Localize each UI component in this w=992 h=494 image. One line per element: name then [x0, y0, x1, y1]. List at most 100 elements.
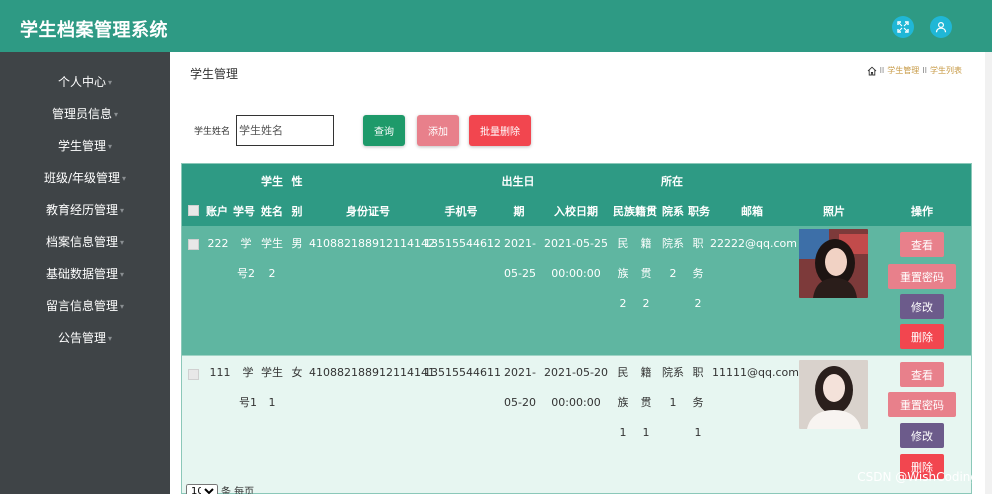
- view-button[interactable]: 查看: [900, 362, 944, 387]
- cell-birth: 2021-: [504, 366, 536, 379]
- header-account: 账户: [206, 205, 228, 218]
- sidebar-item-archive[interactable]: 档案信息管理 ▾: [0, 225, 170, 257]
- table-row[interactable]: 222 学 号2 学生 2 男 410882188912114142 13515…: [182, 226, 971, 355]
- cell-native-place: 贯: [640, 396, 652, 409]
- per-page-label: 条 每页: [221, 487, 255, 494]
- row-checkbox[interactable]: [188, 369, 199, 380]
- cell-native-place: 1: [642, 426, 650, 439]
- app-title: 学生档案管理系统: [20, 20, 168, 41]
- cell-nation: 族: [617, 267, 629, 280]
- cell-enroll-date: 2021-05-20: [544, 366, 608, 379]
- cell-name: 学生: [261, 237, 283, 250]
- cell-position: 1: [694, 426, 702, 439]
- cell-student-no: 学: [240, 237, 252, 250]
- breadcrumb-separator: II: [879, 66, 885, 75]
- user-icon: [935, 21, 947, 33]
- cell-position: 2: [694, 297, 702, 310]
- cell-position: 职: [692, 237, 704, 250]
- add-button[interactable]: 添加: [417, 115, 459, 146]
- cell-position: 务: [692, 267, 704, 280]
- student-photo: [799, 229, 868, 298]
- header-sex: 别: [291, 205, 303, 218]
- cell-nation: 族: [617, 396, 629, 409]
- cell-enroll-date: 2021-05-25: [544, 237, 608, 250]
- cell-id-card: 410882188912114142: [309, 237, 435, 250]
- cell-email: 11111@qq.com: [712, 366, 799, 379]
- page-size-select[interactable]: 10: [186, 483, 218, 494]
- sidebar-item-announcements[interactable]: 公告管理 ▾: [0, 321, 170, 353]
- edit-button[interactable]: 修改: [900, 294, 944, 319]
- breadcrumb-separator: II: [922, 66, 927, 75]
- header-birth-prefix: 出生日: [501, 175, 535, 188]
- cell-birth: 2021-: [504, 237, 536, 250]
- cell-account: 111: [209, 366, 231, 379]
- chevron-down-icon: ▾: [120, 302, 125, 311]
- cell-sex: 男: [291, 237, 303, 250]
- header-id-card: 身份证号: [346, 205, 390, 218]
- header-photo: 照片: [823, 205, 845, 218]
- sidebar-item-education[interactable]: 教育经历管理 ▾: [0, 193, 170, 225]
- header-student-prefix: 学生: [261, 175, 283, 188]
- header-email: 邮箱: [741, 205, 763, 218]
- sidebar-item-student-management[interactable]: 学生管理 ▾: [0, 129, 170, 161]
- header-actions: 操作: [911, 205, 933, 218]
- delete-button[interactable]: 删除: [900, 324, 944, 349]
- cell-student-no: 学: [242, 366, 254, 379]
- breadcrumb-item-student-list[interactable]: 学生列表: [930, 65, 962, 76]
- cell-email: 22222@qq.com: [710, 237, 797, 250]
- search-label: 学生姓名: [194, 127, 231, 137]
- cell-name: 学生: [261, 366, 283, 379]
- sidebar-item-admin-info[interactable]: 管理员信息 ▾: [0, 97, 170, 129]
- watermark: CSDN @WishCoding: [857, 470, 978, 484]
- cell-position: 职: [692, 366, 704, 379]
- row-checkbox[interactable]: [188, 239, 199, 250]
- cell-birth: 05-20: [504, 396, 536, 409]
- cell-native-place: 贯: [640, 267, 652, 280]
- user-button[interactable]: [930, 16, 952, 38]
- header-nation: 民族: [613, 205, 635, 218]
- sidebar-item-messages[interactable]: 留言信息管理 ▾: [0, 289, 170, 321]
- home-icon[interactable]: [867, 66, 877, 76]
- top-bar: 学生档案管理系统: [0, 0, 992, 52]
- chevron-down-icon: ▾: [120, 238, 125, 247]
- breadcrumb-item-student-management[interactable]: 学生管理: [887, 65, 919, 76]
- cell-id-card: 410882188912114141: [309, 366, 435, 379]
- cell-student-no: 号2: [237, 267, 255, 280]
- cell-birth: 05-25: [504, 267, 536, 280]
- query-button[interactable]: 查询: [363, 115, 405, 146]
- view-button[interactable]: 查看: [900, 232, 944, 257]
- batch-delete-button[interactable]: 批量删除: [469, 115, 531, 146]
- cell-native-place: 籍: [640, 237, 652, 250]
- header-sex-prefix: 性: [291, 175, 303, 188]
- edit-button[interactable]: 修改: [900, 423, 944, 448]
- student-table: 学生 性 出生日 所在 账户 学号 姓名 别 身份证号 手机号 期 入校日期 民…: [181, 163, 972, 494]
- cell-name: 2: [268, 267, 276, 280]
- cell-department: 院系: [662, 366, 684, 379]
- sidebar-item-class-grade[interactable]: 班级/年级管理 ▾: [0, 161, 170, 193]
- chevron-down-icon: ▾: [108, 78, 113, 87]
- chevron-down-icon: ▾: [108, 334, 113, 343]
- main-content: 学生管理 II 学生管理 II 学生列表 学生姓名 查询 添加 批量删除 学生 …: [170, 52, 992, 494]
- header-position: 职务: [688, 205, 710, 218]
- cell-phone: 13515544612: [424, 237, 501, 250]
- reset-password-button[interactable]: 重置密码: [888, 392, 956, 417]
- sidebar-item-personal-center[interactable]: 个人中心 ▾: [0, 65, 170, 97]
- fullscreen-button[interactable]: [892, 16, 914, 38]
- header-phone: 手机号: [444, 205, 478, 218]
- select-all-checkbox[interactable]: [188, 205, 199, 216]
- sidebar: 个人中心 ▾ 管理员信息 ▾ 学生管理 ▾ 班级/年级管理 ▾ 教育经历管理 ▾ 档案信息…: [0, 52, 170, 494]
- student-name-search-input[interactable]: [236, 115, 334, 146]
- chevron-down-icon: ▾: [114, 110, 119, 119]
- breadcrumb: II 学生管理 II 学生列表: [867, 65, 962, 76]
- cell-nation: 民: [617, 237, 629, 250]
- header-birth: 期: [513, 205, 525, 218]
- cell-nation: 民: [617, 366, 629, 379]
- page-title: 学生管理: [190, 67, 239, 81]
- sidebar-item-base-data[interactable]: 基础数据管理 ▾: [0, 257, 170, 289]
- page-scrollbar[interactable]: [985, 52, 992, 494]
- table-row[interactable]: 111 学 号1 学生 1 女 410882188912114141 13515…: [182, 355, 971, 493]
- reset-password-button[interactable]: 重置密码: [888, 264, 956, 289]
- chevron-down-icon: ▾: [122, 174, 127, 183]
- student-photo: [799, 360, 868, 429]
- cell-department: 1: [669, 396, 677, 409]
